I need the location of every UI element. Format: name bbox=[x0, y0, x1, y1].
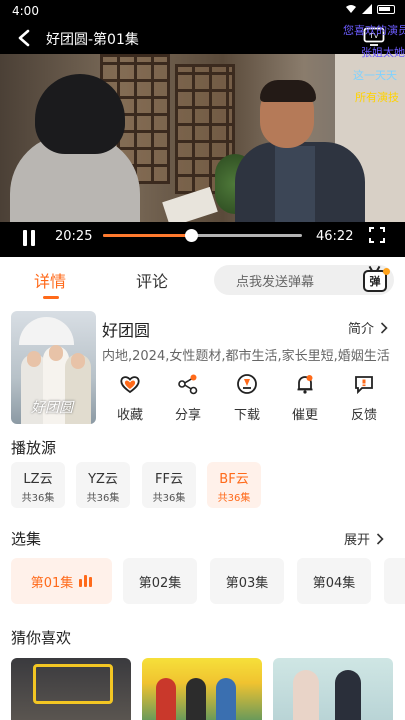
episode-label: 第02集 bbox=[138, 575, 182, 591]
status-icons bbox=[345, 4, 395, 14]
recommend-card[interactable] bbox=[142, 658, 262, 720]
video-player[interactable]: 4:00 好团圆-第01集 TV 您喜欢的演员 张姐太她 这一天天 所有演技 2 bbox=[0, 0, 405, 257]
intro-label: 简介 bbox=[348, 322, 375, 337]
show-poster[interactable]: 好团圆 bbox=[11, 311, 96, 424]
expand-episodes-button[interactable]: 展开 bbox=[344, 529, 384, 548]
share-icon bbox=[178, 374, 198, 395]
bell-icon bbox=[297, 375, 313, 394]
signal-icon bbox=[362, 4, 372, 14]
chevron-right-icon bbox=[376, 532, 384, 545]
danmaku-comment: 所有演技 bbox=[355, 91, 399, 104]
remind-update-label: 催更 bbox=[291, 408, 318, 423]
chevron-left-icon bbox=[18, 29, 30, 47]
source-item[interactable]: FF云 共36集 bbox=[142, 462, 196, 508]
pause-icon bbox=[23, 230, 27, 246]
player-control-bar: 20:25 46:22 bbox=[0, 222, 405, 257]
episode-label: 第01集 bbox=[30, 575, 74, 591]
source-episode-count: 共36集 bbox=[21, 493, 55, 504]
download-icon bbox=[237, 374, 257, 394]
danmaku-comment: 张姐太她 bbox=[361, 46, 405, 59]
danmaku-on-dot bbox=[383, 268, 390, 275]
danmaku-toggle-button[interactable]: 弹 bbox=[362, 265, 390, 294]
source-episode-count: 共36集 bbox=[86, 493, 120, 504]
active-tab-indicator bbox=[43, 296, 59, 299]
danmaku-input[interactable]: 点我发送弹幕 弹 bbox=[214, 265, 394, 295]
recommend-card-art bbox=[33, 664, 113, 704]
feedback-button[interactable]: 反馈 bbox=[342, 373, 386, 425]
recommend-card[interactable] bbox=[11, 658, 131, 720]
source-name: FF云 bbox=[155, 472, 183, 487]
source-name: BF云 bbox=[219, 472, 249, 487]
episode-item[interactable]: 第03集 bbox=[210, 558, 284, 604]
wifi-icon bbox=[346, 5, 356, 13]
recommend-card[interactable] bbox=[273, 658, 393, 720]
episode-label: 第04集 bbox=[312, 575, 356, 591]
poster-logo: 好团圆 bbox=[31, 400, 73, 416]
back-button[interactable] bbox=[12, 26, 36, 50]
share-label: 分享 bbox=[174, 408, 201, 423]
source-name: LZ云 bbox=[23, 472, 53, 487]
tab-details[interactable]: 详情 bbox=[34, 268, 66, 292]
expand-label: 展开 bbox=[344, 533, 371, 548]
recommend-section-title: 猜你喜欢 bbox=[11, 629, 72, 647]
progress-fill bbox=[103, 234, 191, 237]
download-button[interactable]: 下载 bbox=[225, 373, 269, 425]
scene-person-left bbox=[10, 74, 140, 222]
app-root: 4:00 好团圆-第01集 TV 您喜欢的演员 张姐太她 这一天天 所有演技 2 bbox=[0, 0, 405, 720]
show-tags: 内地,2024,女性题材,都市生活,家长里短,婚姻生活 bbox=[102, 349, 390, 364]
total-time: 46:22 bbox=[316, 229, 354, 244]
feedback-label: 反馈 bbox=[350, 408, 377, 423]
danmaku-comment: 您喜欢的演员 bbox=[343, 24, 405, 37]
feedback-icon bbox=[355, 376, 373, 395]
scene-paper bbox=[162, 186, 218, 222]
chevron-right-icon bbox=[380, 321, 388, 334]
episode-item-selected[interactable]: 第01集 bbox=[11, 558, 112, 604]
source-item[interactable]: LZ云 共36集 bbox=[11, 462, 65, 508]
share-button[interactable]: 分享 bbox=[166, 373, 210, 425]
detail-content: 好团圆 好团圆 简介 内地,2024,女性题材,都市生活,家长里短,婚姻生活 收… bbox=[0, 303, 405, 720]
episode-item[interactable]: 第04集 bbox=[297, 558, 371, 604]
fullscreen-icon[interactable] bbox=[368, 226, 386, 244]
progress-thumb[interactable] bbox=[184, 229, 198, 242]
remind-update-button[interactable]: 催更 bbox=[283, 373, 327, 425]
video-frame[interactable] bbox=[0, 54, 405, 222]
favorite-button[interactable]: 收藏 bbox=[108, 373, 152, 425]
pause-icon bbox=[31, 230, 35, 246]
tab-comments[interactable]: 评论 bbox=[136, 268, 168, 292]
download-label: 下载 bbox=[233, 408, 260, 423]
progress-slider[interactable] bbox=[103, 229, 302, 242]
playing-bars-icon bbox=[79, 575, 93, 587]
source-item-selected[interactable]: BF云 共36集 bbox=[207, 462, 261, 508]
current-time: 20:25 bbox=[55, 229, 93, 244]
status-time: 4:00 bbox=[12, 4, 39, 18]
scene-person-right bbox=[235, 80, 375, 222]
source-item[interactable]: YZ云 共36集 bbox=[76, 462, 130, 508]
show-title: 好团圆 bbox=[102, 321, 151, 340]
episodes-section-title: 选集 bbox=[11, 530, 42, 548]
episode-label: 第03集 bbox=[225, 575, 269, 591]
danmaku-input-placeholder: 点我发送弹幕 bbox=[236, 275, 315, 290]
sources-section-title: 播放源 bbox=[11, 439, 57, 457]
detail-tab-bar: 详情 评论 点我发送弹幕 弹 bbox=[0, 257, 405, 303]
status-bar: 4:00 bbox=[0, 0, 405, 22]
source-episode-count: 共36集 bbox=[217, 493, 251, 504]
favorite-label: 收藏 bbox=[116, 408, 143, 423]
episode-item[interactable]: 第02集 bbox=[123, 558, 197, 604]
heart-icon bbox=[120, 376, 140, 394]
video-title: 好团圆-第01集 bbox=[46, 32, 139, 48]
danmaku-comment: 这一天天 bbox=[353, 69, 397, 82]
battery-icon bbox=[377, 4, 395, 14]
pause-button[interactable] bbox=[20, 228, 38, 248]
source-name: YZ云 bbox=[88, 472, 118, 487]
intro-button[interactable]: 简介 bbox=[348, 318, 388, 337]
source-episode-count: 共36集 bbox=[152, 493, 186, 504]
episode-item-partial[interactable] bbox=[384, 558, 405, 604]
action-row: 收藏 分享 下载 催更 反馈 bbox=[102, 373, 392, 425]
poster-umbrella bbox=[19, 317, 74, 345]
